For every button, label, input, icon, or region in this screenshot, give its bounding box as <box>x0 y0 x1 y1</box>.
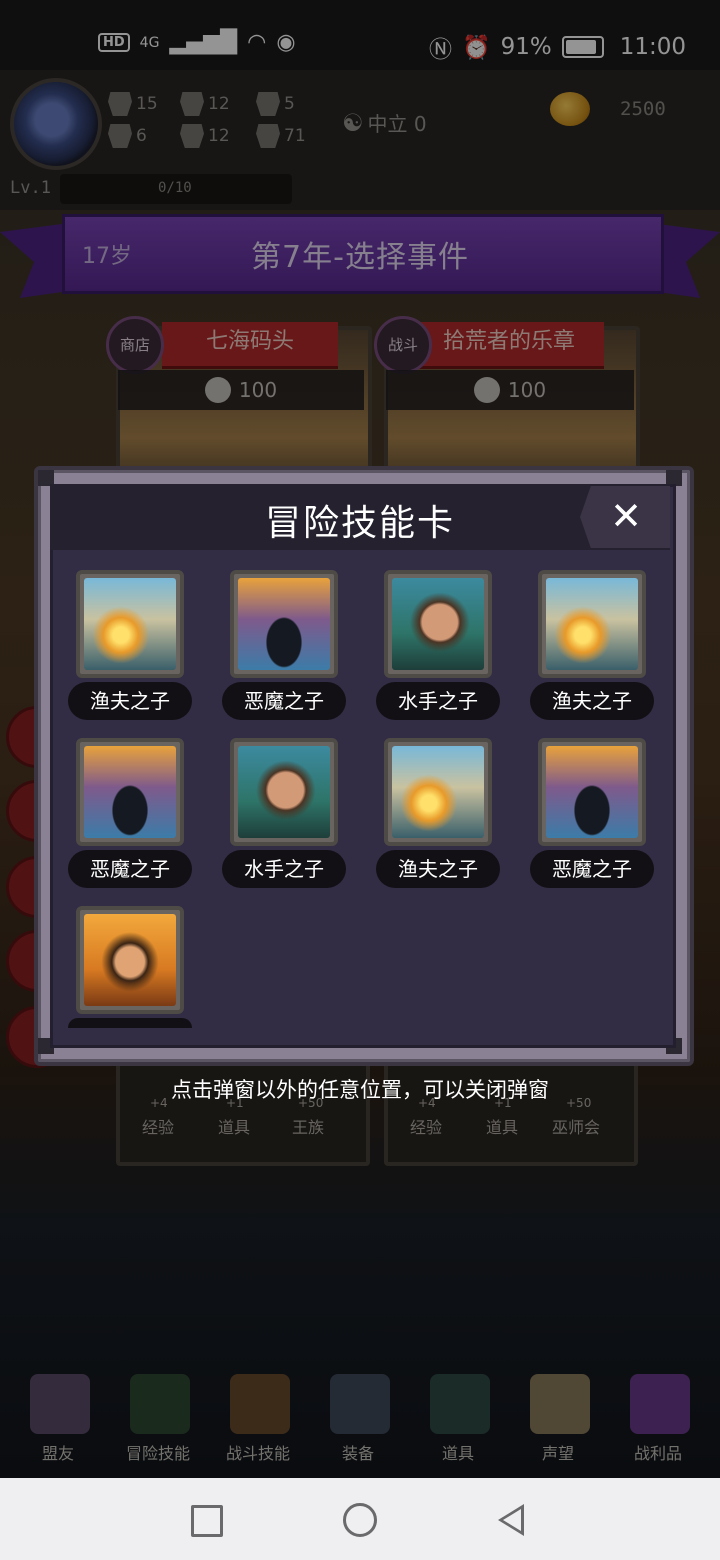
skill-card[interactable] <box>538 738 646 846</box>
skill-card-label: 水手之子 <box>376 682 500 720</box>
skill-card-label: 恶魔之子 <box>530 850 654 888</box>
skill-card-label: 恶魔之子 <box>222 682 346 720</box>
skill-card-label: 渔夫之子 <box>68 682 192 720</box>
fisher-portrait <box>546 578 638 670</box>
close-hint: 点击弹窗以外的任意位置，可以关闭弹窗 <box>171 1078 549 1102</box>
fisher-portrait <box>392 746 484 838</box>
recents-button[interactable] <box>191 1505 223 1537</box>
demon-portrait <box>546 746 638 838</box>
demon-portrait <box>238 578 330 670</box>
home-button[interactable] <box>343 1503 377 1537</box>
modal-title: 冒险技能卡 <box>264 503 455 544</box>
hero-portrait <box>84 914 176 1006</box>
skill-card-label: 渔夫之子 <box>376 850 500 888</box>
skill-card-label: 水手之子 <box>222 850 346 888</box>
skill-card[interactable] <box>76 738 184 846</box>
skill-card[interactable] <box>384 738 492 846</box>
sailor-portrait <box>238 746 330 838</box>
sailor-portrait <box>392 578 484 670</box>
back-button[interactable] <box>498 1504 524 1536</box>
skill-card-label: 渔夫之子 <box>530 682 654 720</box>
skill-card[interactable] <box>384 570 492 678</box>
demon-portrait <box>84 746 176 838</box>
skill-card[interactable] <box>230 738 338 846</box>
skill-card[interactable] <box>230 570 338 678</box>
skill-card[interactable] <box>76 570 184 678</box>
fisher-portrait <box>84 578 176 670</box>
skill-card-label-cut <box>68 1018 192 1028</box>
skill-card-label: 恶魔之子 <box>68 850 192 888</box>
skill-card[interactable] <box>538 570 646 678</box>
skill-card[interactable] <box>76 906 184 1014</box>
close-icon[interactable]: ✕ <box>602 488 650 544</box>
